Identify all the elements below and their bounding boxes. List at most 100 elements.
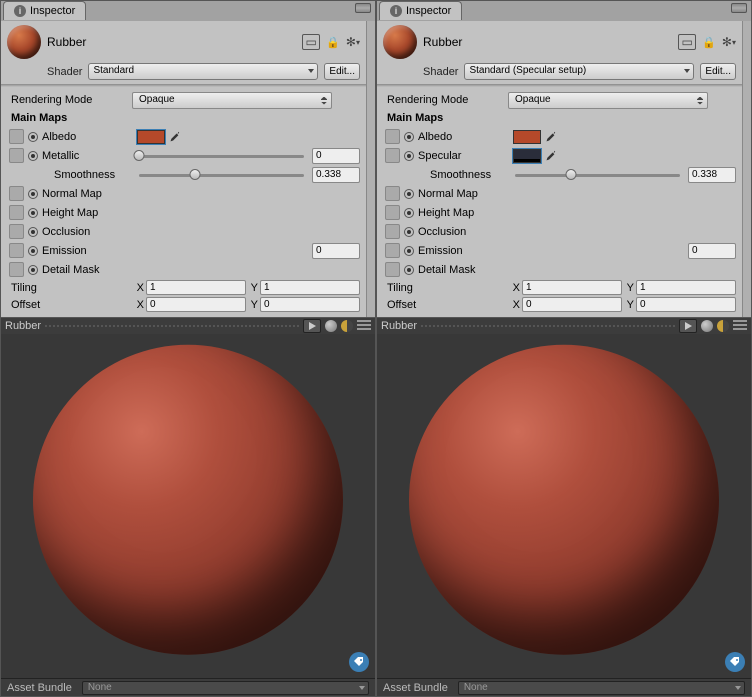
smoothness-row: Smoothness [7,165,360,184]
albedo-color-swatch[interactable] [513,130,541,144]
book-icon: ▭ [682,35,693,49]
eyedropper-icon[interactable] [543,149,557,163]
eyedropper-icon[interactable] [543,130,557,144]
tag-icon[interactable] [349,652,369,672]
metallic-field[interactable] [312,148,360,164]
emission-radio[interactable] [404,246,414,256]
offset-y-field[interactable] [260,297,360,312]
occlusion-texture-slot[interactable] [385,224,400,239]
scrollbar[interactable] [742,21,751,317]
smoothness-slider[interactable] [139,168,304,182]
footer: Asset Bundle None [1,678,375,696]
height-radio[interactable] [28,208,38,218]
tab-inspector[interactable]: i Inspector [379,1,462,20]
edit-shader-button[interactable]: Edit... [324,63,360,80]
tag-icon[interactable] [725,652,745,672]
inspector-panel-right: i Inspector Rubber ▭ 🔒 ✻ ▾ Shader Standa… [376,0,752,697]
preview-menu-icon[interactable] [733,320,747,332]
detail-radio[interactable] [28,265,38,275]
preview-reflection-toggle[interactable] [341,320,353,332]
tab-dropdown-handle[interactable] [355,3,371,13]
emission-field[interactable] [688,243,736,259]
height-texture-slot[interactable] [9,205,24,220]
tab-dropdown-handle[interactable] [731,3,747,13]
emission-texture-slot[interactable] [385,243,400,258]
help-button[interactable]: ▭ [302,34,320,50]
tab-bar: i Inspector [1,1,375,21]
asset-bundle-dropdown[interactable]: None [458,681,745,695]
specular-texture-slot[interactable] [385,148,400,163]
metallic-slider[interactable] [139,149,304,163]
albedo-color-swatch[interactable] [137,130,165,144]
preview-menu-icon[interactable] [357,320,371,332]
book-icon: ▭ [306,35,317,49]
edit-shader-button[interactable]: Edit... [700,63,736,80]
tiling-x-field[interactable] [522,280,622,295]
shader-label: Shader [47,66,82,78]
smoothness-field[interactable] [688,167,736,183]
shader-dropdown[interactable]: Standard (Specular setup) [464,63,694,80]
occlusion-label: Occlusion [416,226,511,238]
normal-label: Normal Map [416,188,511,200]
metallic-row: Metallic [7,146,360,165]
detail-texture-slot[interactable] [385,262,400,277]
preview-reflection-toggle[interactable] [717,320,729,332]
smoothness-label: Smoothness [40,169,135,181]
emission-radio[interactable] [28,246,38,256]
lock-icon[interactable]: 🔒 [702,36,716,49]
tab-inspector[interactable]: i Inspector [3,1,86,20]
gear-icon[interactable]: ✻ [346,35,356,49]
help-button[interactable]: ▭ [678,34,696,50]
normal-radio[interactable] [28,189,38,199]
preview-light-toggle[interactable] [701,320,713,332]
shader-dropdown[interactable]: Standard [88,63,318,80]
gear-dropdown-icon[interactable]: ▾ [356,38,360,47]
detail-texture-slot[interactable] [9,262,24,277]
albedo-label: Albedo [40,131,135,143]
preview-light-toggle[interactable] [325,320,337,332]
rendering-mode-dropdown[interactable]: Opaque [132,92,332,109]
height-radio[interactable] [404,208,414,218]
rendering-mode-dropdown[interactable]: Opaque [508,92,708,109]
scrollbar[interactable] [366,21,375,317]
emission-texture-slot[interactable] [9,243,24,258]
albedo-texture-slot[interactable] [385,129,400,144]
specular-radio[interactable] [404,151,414,161]
emission-field[interactable] [312,243,360,259]
occlusion-radio[interactable] [28,227,38,237]
metallic-radio[interactable] [28,151,38,161]
preview-sphere [409,345,719,655]
preview-play-button[interactable] [303,319,321,333]
offset-y-field[interactable] [636,297,736,312]
smoothness-slider[interactable] [515,168,680,182]
specular-color-swatch[interactable] [513,149,541,163]
eyedropper-icon[interactable] [167,130,181,144]
normal-texture-slot[interactable] [385,186,400,201]
specular-label: Specular [416,150,511,162]
metallic-texture-slot[interactable] [9,148,24,163]
offset-x-field[interactable] [522,297,622,312]
height-label: Height Map [416,207,511,219]
height-texture-slot[interactable] [385,205,400,220]
normal-texture-slot[interactable] [9,186,24,201]
tiling-x-field[interactable] [146,280,246,295]
emission-label: Emission [416,245,511,257]
albedo-radio[interactable] [404,132,414,142]
normal-radio[interactable] [404,189,414,199]
albedo-radio[interactable] [28,132,38,142]
offset-x-field[interactable] [146,297,246,312]
material-preview[interactable] [1,334,375,678]
preview-play-button[interactable] [679,319,697,333]
material-preview[interactable] [377,334,751,678]
asset-bundle-dropdown[interactable]: None [82,681,369,695]
lock-icon[interactable]: 🔒 [326,36,340,49]
occlusion-texture-slot[interactable] [9,224,24,239]
occlusion-radio[interactable] [404,227,414,237]
smoothness-field[interactable] [312,167,360,183]
tiling-y-field[interactable] [260,280,360,295]
detail-radio[interactable] [404,265,414,275]
albedo-texture-slot[interactable] [9,129,24,144]
gear-icon[interactable]: ✻ [722,35,732,49]
gear-dropdown-icon[interactable]: ▾ [732,38,736,47]
tiling-y-field[interactable] [636,280,736,295]
